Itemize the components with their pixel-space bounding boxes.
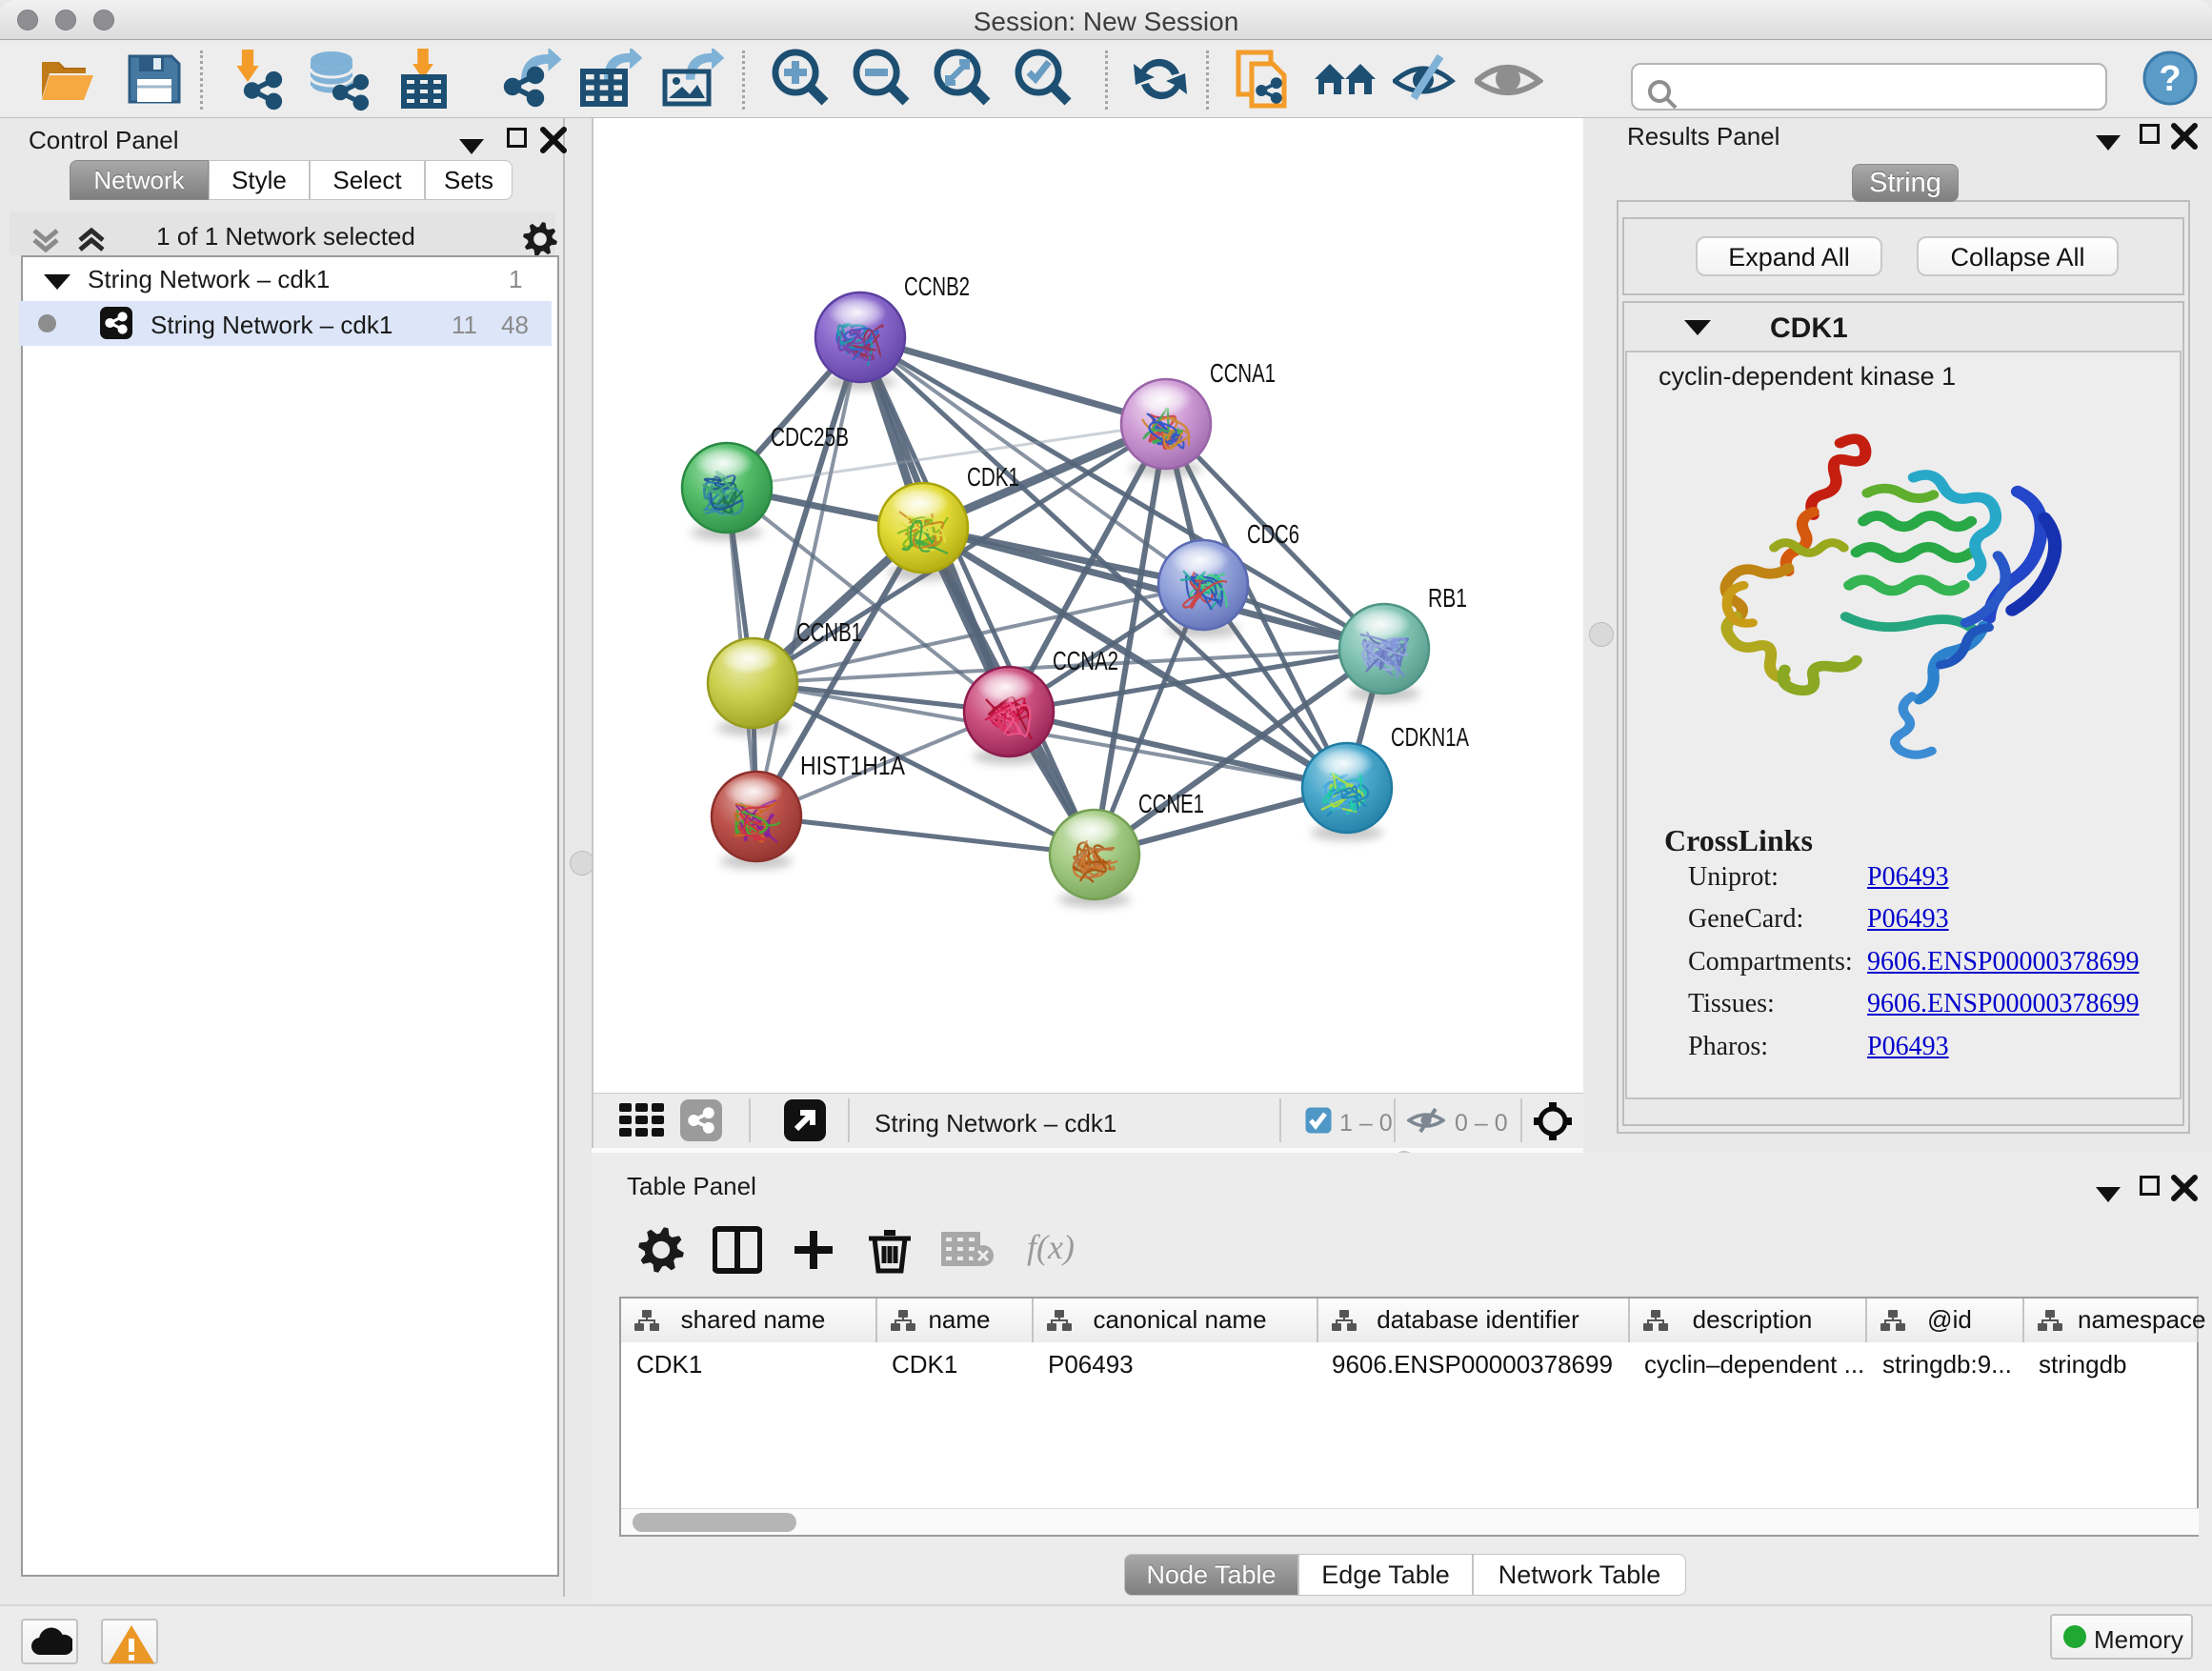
svg-text:CDK1: CDK1	[967, 462, 1019, 492]
svg-text:HIST1H1A: HIST1H1A	[800, 751, 905, 780]
svg-text:CDC25B: CDC25B	[771, 422, 849, 452]
svg-text:CCNB2: CCNB2	[904, 272, 970, 301]
svg-text:CCNB1: CCNB1	[796, 617, 862, 647]
svg-text:CCNA2: CCNA2	[1053, 646, 1118, 675]
svg-text:CDKN1A: CDKN1A	[1391, 722, 1469, 752]
svg-text:CCNA1: CCNA1	[1210, 358, 1276, 388]
svg-text:?: ?	[2159, 59, 2181, 99]
svg-text:CCNE1: CCNE1	[1138, 789, 1204, 818]
svg-text:RB1: RB1	[1428, 583, 1467, 613]
svg-text:CDC6: CDC6	[1247, 519, 1299, 549]
